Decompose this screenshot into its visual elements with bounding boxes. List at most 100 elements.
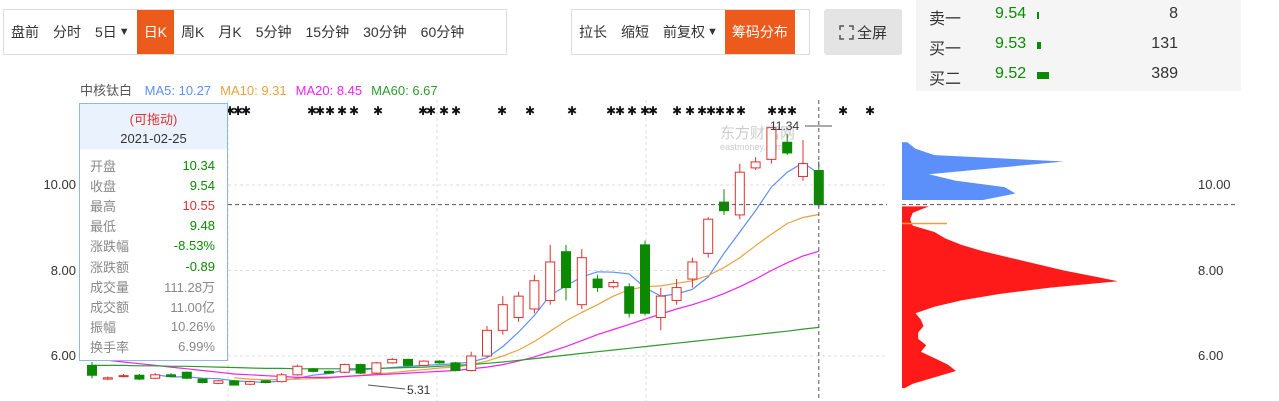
stretch-button[interactable]: 拉长 <box>572 10 614 54</box>
period-15min[interactable]: 15分钟 <box>299 10 357 54</box>
period-monthly-k[interactable]: 月K <box>211 10 248 54</box>
period-5day[interactable]: 5日 ▼ <box>88 10 137 54</box>
tooltip-value: 10.34 <box>182 157 215 173</box>
y-tick-8: 8.00 <box>50 263 76 278</box>
event-marker-icon: ✱ <box>525 104 535 118</box>
candle <box>276 373 287 383</box>
max-price-label: 11.34 <box>770 119 799 133</box>
period-premarket[interactable]: 盘前 <box>4 10 46 54</box>
tooltip-row: 涨跌幅 -8.53% <box>80 236 227 256</box>
tooltip-date: 2021-02-25 <box>120 131 187 146</box>
event-marker-icon: ✱ <box>627 104 637 118</box>
order-volume-bar <box>1037 12 1039 19</box>
candle <box>450 361 461 372</box>
shrink-button-label: 缩短 <box>621 24 649 40</box>
event-marker-icon: ✱ <box>567 104 577 118</box>
period-weekly-k-label: 周K <box>181 24 205 40</box>
period-daily-k-label: 日K <box>143 24 168 40</box>
period-60min-label: 60分钟 <box>420 24 465 40</box>
ma-legend-item: MA20: 8.45 <box>295 83 363 98</box>
period-5min[interactable]: 5分钟 <box>249 10 299 54</box>
tooltip-key: 涨跌额 <box>90 259 130 275</box>
min-price-label: 5.31 <box>407 383 431 397</box>
candle <box>418 360 429 367</box>
order-volume: 131 <box>1151 35 1178 52</box>
candle <box>118 373 129 378</box>
candle <box>545 244 556 305</box>
stock-name: 中核钛白 <box>80 83 133 98</box>
y-tick-6: 6.00 <box>50 348 76 363</box>
event-marker-icon: ✱ <box>865 104 875 118</box>
event-marker-icon: ✱ <box>373 104 383 118</box>
order-row: 买二 9.52 389 <box>916 60 1241 90</box>
event-marker-icon: ✱ <box>648 104 658 118</box>
candle <box>197 378 208 384</box>
candle <box>87 361 97 379</box>
candle <box>260 379 271 384</box>
chip-distribution-svg <box>902 142 1238 389</box>
candle <box>766 127 777 164</box>
candle <box>434 360 445 364</box>
tooltip-value: 111.28万 <box>164 279 215 295</box>
fullscreen-label: 全屏 <box>856 24 887 42</box>
tooltip-rows: 开盘 10.34 收盘 9.54 最高 10.55 最低 9.48 涨跌幅 -8.53% 涨跌额 -0… <box>80 149 227 357</box>
tooltip-row: 成交量 111.28万 <box>80 276 227 296</box>
candle <box>798 140 808 181</box>
tooltip-row: 开盘 10.34 <box>80 155 227 175</box>
event-marker-icon: ✱ <box>767 104 777 118</box>
candle <box>734 163 745 220</box>
event-marker-icon: ✱ <box>315 104 325 118</box>
tooltip-row: 最低 9.48 <box>80 216 227 236</box>
event-marker-icon: ✱ <box>426 104 436 118</box>
tooltip-value: 6.99% <box>178 339 215 355</box>
adjust-dropdown[interactable]: 前复权 ▼ <box>656 10 725 54</box>
event-marker-icon: ✱ <box>451 104 461 118</box>
candle <box>608 279 619 289</box>
shrink-button[interactable]: 缩短 <box>614 10 656 54</box>
period-daily-k[interactable]: 日K <box>136 10 175 54</box>
tooltip-value: 11.00亿 <box>170 299 215 315</box>
chip-distribution-chart <box>902 100 1238 401</box>
order-side-label: 卖一 <box>929 11 962 28</box>
event-marker-icon: ✱ <box>349 104 359 118</box>
caret-down-icon: ▼ <box>118 26 130 38</box>
order-book: 卖一 9.54 8 买一 9.53 131 买二 9.52 389 <box>916 0 1241 91</box>
candle-tooltip[interactable]: (可拖动) 2021-02-25 开盘 10.34 收盘 9.54 最高 10.55 最低 9… <box>79 103 228 361</box>
order-row: 买一 9.53 131 <box>916 30 1241 60</box>
event-marker-icon: ✱ <box>337 104 347 118</box>
period-30min[interactable]: 30分钟 <box>356 10 414 54</box>
tooltip-row: 涨跌额 -0.89 <box>80 256 227 276</box>
event-marker-icon: ✱ <box>685 104 695 118</box>
period-15min-label: 15分钟 <box>305 24 350 40</box>
tooltip-key: 开盘 <box>90 158 117 174</box>
fullscreen-button[interactable]: 全屏 <box>824 9 902 55</box>
ma-legend: 中核钛白 MA5: 10.27 MA10: 9.31 MA20: 8.45 MA60:… <box>80 80 447 99</box>
candle <box>387 357 398 364</box>
period-weekly-k[interactable]: 周K <box>174 10 211 54</box>
candle <box>371 361 382 374</box>
tooltip-value: -8.53% <box>173 238 215 254</box>
event-marker-icon: ✱ <box>715 104 725 118</box>
ma-line-ma10 <box>234 213 819 381</box>
tooltip-key: 成交额 <box>90 299 130 315</box>
tooltip-key: 涨跌幅 <box>90 239 130 255</box>
order-row: 卖一 9.54 8 <box>916 0 1241 30</box>
order-side-label: 买二 <box>929 71 962 88</box>
tooltip-header: (可拖动) 2021-02-25 <box>80 104 227 149</box>
chip-distribution-button-label: 筹码分布 <box>731 24 788 40</box>
tooltip-value: 10.55 <box>182 197 215 213</box>
tooltip-drag-hint: (可拖动) <box>129 112 178 127</box>
candle <box>308 367 319 373</box>
tooltip-key: 振幅 <box>90 320 117 336</box>
tooltip-row: 换手率 6.99% <box>80 337 227 357</box>
tooltip-key: 最高 <box>90 198 117 214</box>
candle <box>150 373 161 380</box>
candle <box>245 380 255 386</box>
chart-tools-toolbar: 拉长 缩短 前复权 ▼ 筹码分布 <box>571 9 810 55</box>
period-intraday[interactable]: 分时 <box>46 10 88 54</box>
tooltip-row: 最高 10.55 <box>80 195 227 215</box>
event-marker-icon: ✱ <box>497 104 507 118</box>
period-60min[interactable]: 60分钟 <box>414 10 472 54</box>
chip-distribution-button[interactable]: 筹码分布 <box>724 10 795 54</box>
order-volume: 8 <box>1169 5 1178 22</box>
